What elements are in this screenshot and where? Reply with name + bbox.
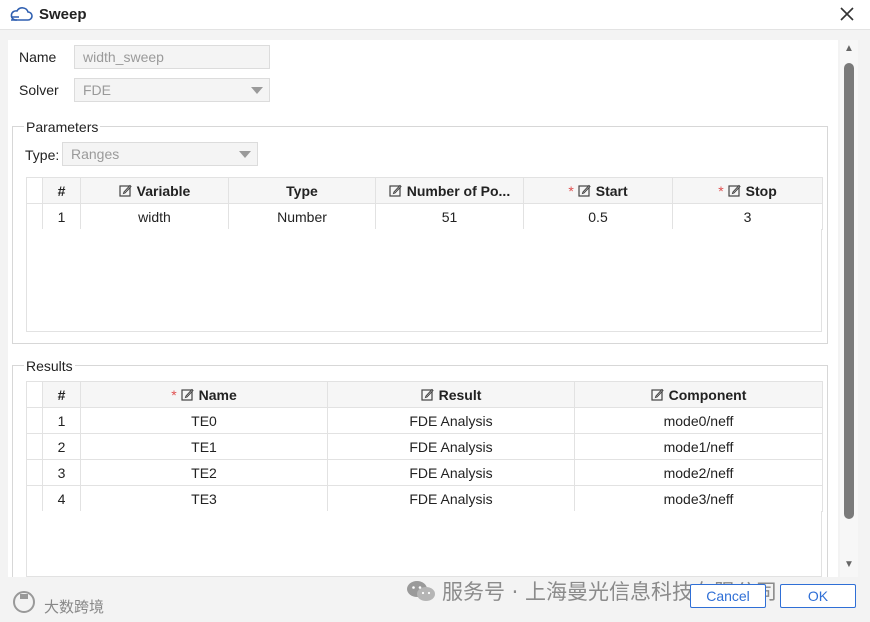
edit-icon (651, 388, 664, 401)
scroll-down-icon[interactable]: ▼ (843, 560, 855, 570)
window-title: Sweep (39, 6, 87, 23)
cell-stop[interactable]: 3 (672, 203, 823, 230)
scroll-up-icon[interactable]: ▲ (843, 44, 855, 54)
edit-icon (119, 184, 132, 197)
cell-index: 1 (42, 407, 81, 434)
cell-name[interactable]: TE1 (80, 433, 328, 460)
cancel-button[interactable]: Cancel (690, 584, 766, 608)
column-header-stop[interactable]: * Stop (672, 177, 823, 204)
cell-result[interactable]: FDE Analysis (327, 459, 575, 486)
column-header-component[interactable]: Component (574, 381, 823, 408)
row-handle[interactable] (26, 433, 43, 460)
vertical-scrollbar[interactable]: ▲ ▼ (840, 40, 858, 577)
chevron-down-icon (251, 87, 263, 94)
results-header-row: # * Name Result Component (26, 381, 823, 408)
required-marker: * (718, 182, 724, 199)
parameters-table-empty-area (26, 229, 822, 332)
cell-component[interactable]: mode3/neff (574, 485, 823, 512)
cell-index: 1 (42, 203, 81, 230)
chevron-down-icon (239, 151, 251, 158)
scrollbar-thumb[interactable] (844, 63, 854, 519)
edit-icon (728, 184, 741, 197)
cell-start[interactable]: 0.5 (523, 203, 673, 230)
cell-name[interactable]: TE2 (80, 459, 328, 486)
required-marker: * (171, 386, 177, 403)
column-header-start-label: Start (595, 182, 628, 199)
cell-index: 4 (42, 485, 81, 512)
edit-icon (389, 184, 402, 197)
title-bar: Sweep (0, 0, 870, 30)
ok-button[interactable]: OK (780, 584, 856, 608)
column-header-variable[interactable]: Variable (80, 177, 229, 204)
column-header-name-label: Name (198, 386, 237, 403)
row-handle[interactable] (26, 407, 43, 434)
cell-index: 3 (42, 459, 81, 486)
table-row[interactable]: 3 TE2 FDE Analysis mode2/neff (26, 459, 823, 486)
column-header-points[interactable]: Number of Po... (375, 177, 524, 204)
close-icon[interactable] (838, 5, 856, 23)
solver-select[interactable]: FDE (74, 78, 270, 102)
row-handle[interactable] (26, 459, 43, 486)
column-header-name[interactable]: * Name (80, 381, 328, 408)
required-marker: * (568, 182, 574, 199)
cell-result[interactable]: FDE Analysis (327, 485, 575, 512)
edit-icon (420, 388, 434, 401)
column-header-component-label: Component (668, 386, 747, 403)
cell-component[interactable]: mode2/neff (574, 459, 823, 486)
solver-select-value: FDE (83, 82, 111, 98)
dialog-content: Name width_sweep Solver FDE Parameters T… (8, 40, 838, 577)
column-header-type[interactable]: Type (228, 177, 376, 204)
cell-component[interactable]: mode0/neff (574, 407, 823, 434)
cell-component[interactable]: mode1/neff (574, 433, 823, 460)
table-row[interactable]: 4 TE3 FDE Analysis mode3/neff (26, 485, 823, 512)
cell-variable[interactable]: width (80, 203, 229, 230)
type-select-value: Ranges (71, 146, 120, 162)
row-handle[interactable] (26, 203, 43, 230)
results-group-title: Results (24, 358, 75, 374)
solver-label: Solver (19, 82, 59, 98)
edit-icon (578, 184, 591, 197)
type-select[interactable]: Ranges (62, 142, 258, 166)
parameters-group-title: Parameters (24, 119, 101, 135)
table-row[interactable]: 2 TE1 FDE Analysis mode1/neff (26, 433, 823, 460)
cell-result[interactable]: FDE Analysis (327, 433, 575, 460)
cell-result[interactable]: FDE Analysis (327, 407, 575, 434)
column-header-index: # (42, 381, 81, 408)
column-header-points-label: Number of Po... (406, 182, 511, 199)
table-row[interactable]: 1 TE0 FDE Analysis mode0/neff (26, 407, 823, 434)
status-icon (13, 591, 35, 613)
row-handle-header (26, 381, 43, 408)
wechat-icon (407, 581, 435, 601)
results-table-empty-area (26, 511, 822, 577)
column-header-start[interactable]: * Start (523, 177, 673, 204)
column-header-index: # (42, 177, 81, 204)
cell-name[interactable]: TE3 (80, 485, 328, 512)
column-header-variable-label: Variable (136, 182, 191, 199)
cell-index: 2 (42, 433, 81, 460)
edit-icon (181, 388, 194, 401)
parameters-header-row: # Variable Type Number of Po... * Start *… (26, 177, 823, 204)
row-handle[interactable] (26, 485, 43, 512)
type-label: Type: (25, 147, 60, 163)
column-header-result-label: Result (438, 386, 482, 403)
cell-name[interactable]: TE0 (80, 407, 328, 434)
cell-type[interactable]: Number (228, 203, 376, 230)
cloud-icon (10, 7, 33, 21)
results-table: # * Name Result Component 1 TE0 FDE Analy… (26, 381, 823, 512)
row-handle-header (26, 177, 43, 204)
column-header-stop-label: Stop (745, 182, 777, 199)
table-row[interactable]: 1 width Number 51 0.5 3 (26, 203, 823, 230)
parameters-table: # Variable Type Number of Po... * Start *… (26, 177, 823, 230)
name-input-value: width_sweep (83, 49, 164, 65)
column-header-result[interactable]: Result (327, 381, 575, 408)
name-label: Name (19, 49, 57, 65)
name-input[interactable]: width_sweep (74, 45, 270, 69)
cell-points[interactable]: 51 (375, 203, 524, 230)
status-text: 大数跨境 (44, 599, 105, 616)
